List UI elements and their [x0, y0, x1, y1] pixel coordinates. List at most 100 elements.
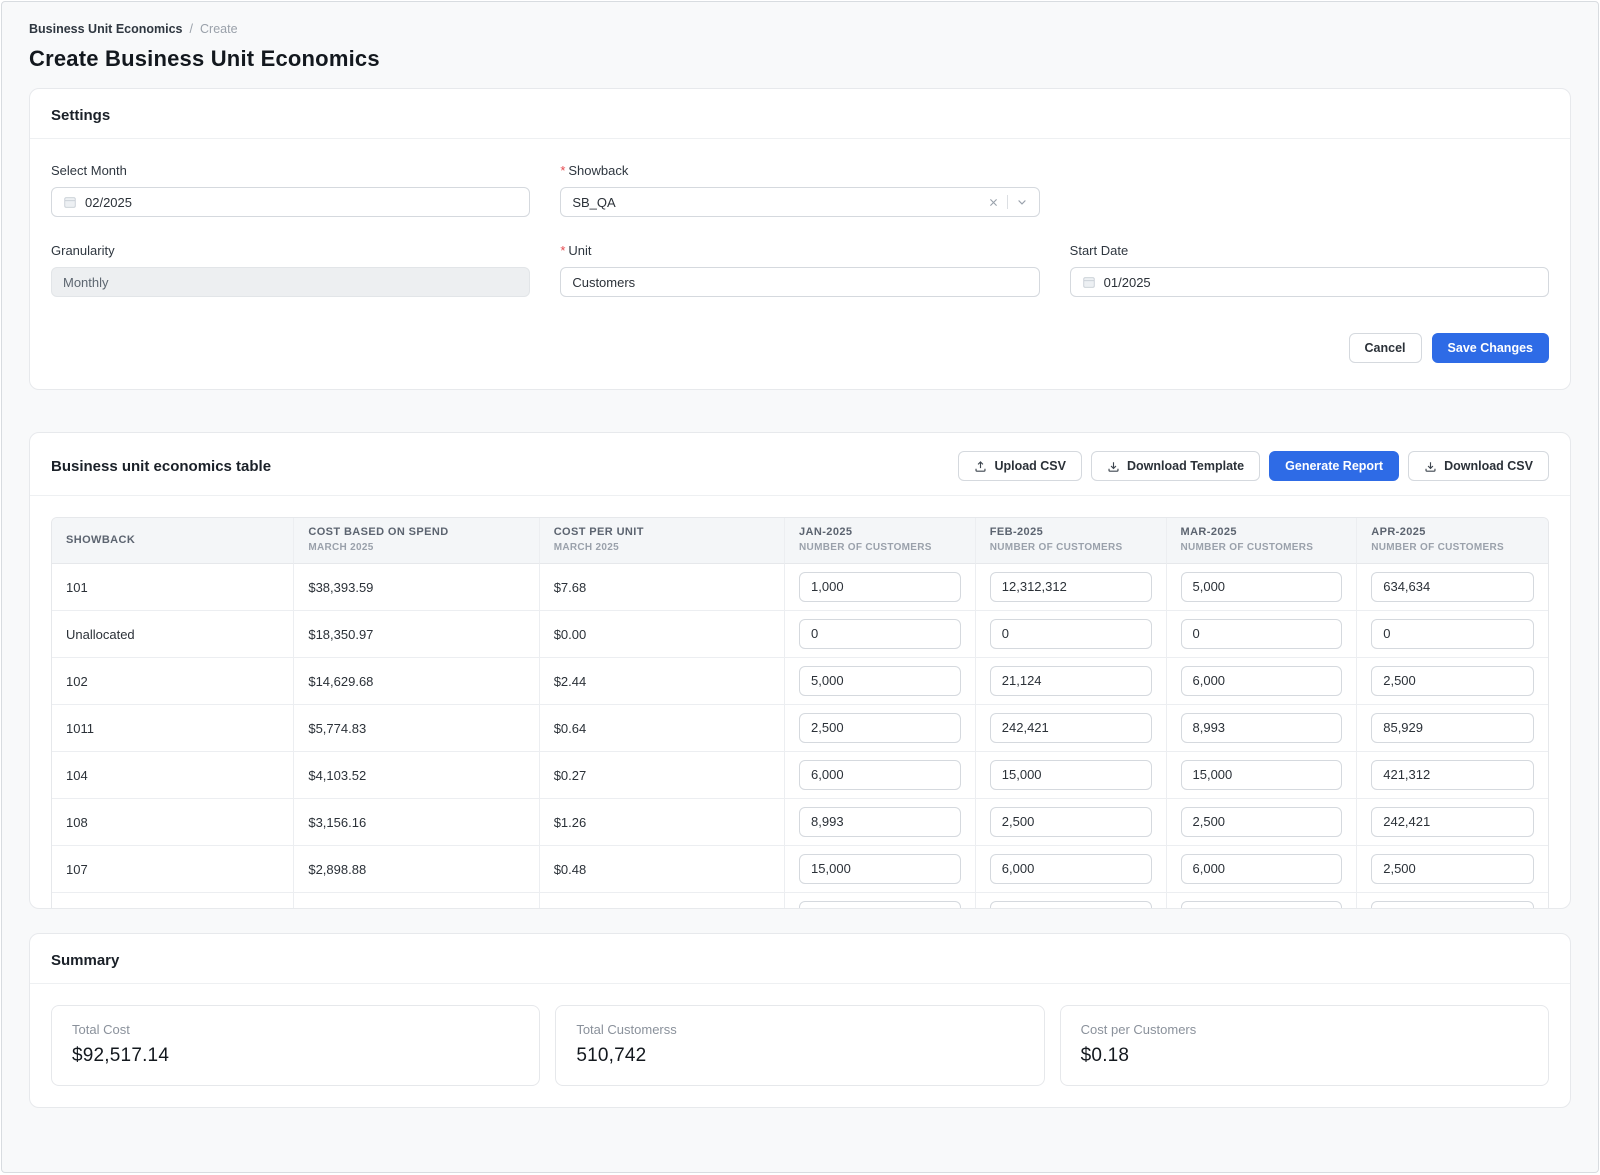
generate-report-button[interactable]: Generate Report [1269, 451, 1399, 481]
unit-input[interactable]: Customers [560, 267, 1039, 297]
month-value-cell: 6,000 [976, 846, 1167, 893]
table-card-header: Business unit economics table Upload CSV… [30, 433, 1570, 496]
showback-controls [988, 195, 1028, 209]
month-value-cell: 242,421 [1357, 799, 1548, 846]
month-value-cell: 0 [1167, 611, 1358, 658]
topbar: Business Unit Economics / Create Create … [2, 2, 1598, 86]
summary-tile-cost-per-customer: Cost per Customers $0.18 [1060, 1005, 1549, 1086]
month-value-input[interactable]: 15,000 [990, 760, 1152, 790]
month-value-input[interactable]: 421,312 [1371, 760, 1534, 790]
economics-table: SHOWBACK COST BASED ON SPEND MARCH 2025 … [52, 518, 1548, 909]
summary-title: Summary [51, 952, 119, 969]
breadcrumb-item-parent[interactable]: Business Unit Economics [29, 22, 183, 36]
month-value-input[interactable]: 8,993 [1181, 713, 1343, 743]
month-value-cell: 0 [1357, 611, 1548, 658]
month-value-input[interactable]: 8,993 [1181, 901, 1343, 909]
showback-cell: 1011 [52, 705, 294, 752]
month-value-input[interactable]: 5,000 [1181, 572, 1343, 602]
month-value-input[interactable]: 8,993 [799, 807, 961, 837]
month-value-input[interactable]: 15,000 [799, 854, 961, 884]
month-value-input[interactable]: 8,993 [990, 901, 1152, 909]
month-value-input[interactable]: 85,929 [1371, 901, 1534, 909]
showback-label: *Showback [560, 163, 1039, 178]
month-value-cell: 15,000 [785, 846, 976, 893]
upload-icon [974, 460, 987, 473]
calendar-icon [1082, 275, 1096, 289]
month-value-input[interactable]: 2,500 [990, 807, 1152, 837]
month-value-input[interactable]: 0 [1181, 619, 1343, 649]
month-value-cell: 8,993 [1167, 893, 1358, 909]
select-month-field: Select Month 02/2025 [51, 163, 530, 217]
month-value-input[interactable]: 634,634 [1371, 572, 1534, 602]
showback-field: *Showback SB_QA [560, 163, 1039, 217]
cost-per-unit-cell: $2.44 [540, 658, 785, 705]
month-value-cell: 1,000 [785, 564, 976, 611]
month-value-cell: 0 [976, 611, 1167, 658]
column-header-jan-2025: JAN-2025 NUMBER OF CUSTOMERS [785, 518, 976, 564]
save-changes-button[interactable]: Save Changes [1432, 333, 1549, 363]
showback-select[interactable]: SB_QA [560, 187, 1039, 217]
required-marker: * [560, 243, 565, 258]
month-value-input[interactable]: 0 [799, 619, 961, 649]
granularity-field: Granularity Monthly [51, 243, 530, 297]
upload-csv-button[interactable]: Upload CSV [958, 451, 1082, 481]
month-value-cell: 2,500 [976, 799, 1167, 846]
start-date-input[interactable]: 01/2025 [1070, 267, 1549, 297]
unit-field: *Unit Customers [560, 243, 1039, 297]
month-value-input[interactable]: 6,000 [990, 854, 1152, 884]
select-month-value: 02/2025 [85, 195, 518, 210]
month-value-input[interactable]: 15,000 [1181, 760, 1343, 790]
month-value-input[interactable]: 6,000 [799, 760, 961, 790]
month-value-cell: 5,000 [785, 658, 976, 705]
month-value-cell: 15,000 [976, 752, 1167, 799]
month-value-input[interactable]: 1,000 [799, 572, 961, 602]
breadcrumb-separator: / [190, 22, 193, 36]
download-template-button[interactable]: Download Template [1091, 451, 1260, 481]
page: Business Unit Economics / Create Create … [1, 1, 1599, 1173]
summary-card-header: Summary [30, 934, 1570, 984]
month-value-input[interactable]: 6,000 [1181, 854, 1343, 884]
summary-value: $92,517.14 [72, 1045, 519, 1067]
month-value-input[interactable]: 21,124 [990, 666, 1152, 696]
month-value-input[interactable]: 242,421 [1371, 807, 1534, 837]
calendar-icon [63, 195, 77, 209]
cost-per-unit-cell: $0.27 [540, 752, 785, 799]
column-header-apr-2025: APR-2025 NUMBER OF CUSTOMERS [1357, 518, 1548, 564]
month-value-cell: 2,500 [785, 705, 976, 752]
showback-cell: 107 [52, 846, 294, 893]
month-value-input[interactable]: 2,500 [1181, 807, 1343, 837]
month-value-cell: 2,500 [1167, 799, 1358, 846]
month-value-input[interactable]: 85,929 [1371, 713, 1534, 743]
clear-icon[interactable] [988, 197, 999, 208]
month-value-input[interactable]: 5,000 [799, 666, 961, 696]
month-value-cell: 6,000 [1167, 846, 1358, 893]
start-date-label: Start Date [1070, 243, 1549, 258]
month-value-cell: 421,312 [1357, 752, 1548, 799]
select-month-input[interactable]: 02/2025 [51, 187, 530, 217]
table-row: 104$4,103.52$0.276,00015,00015,000421,31… [52, 752, 1548, 799]
summary-label: Total Customerss [576, 1022, 1023, 1037]
required-marker: * [560, 163, 565, 178]
table-row: 102$14,629.68$2.445,00021,1246,0002,500 [52, 658, 1548, 705]
settings-card-header: Settings [30, 89, 1570, 139]
settings-form: Select Month 02/2025 *Showback SB_QA [51, 163, 1549, 297]
month-value-input[interactable]: 0 [1371, 619, 1534, 649]
month-value-input[interactable]: 242,421 [990, 713, 1152, 743]
cancel-button[interactable]: Cancel [1349, 333, 1422, 363]
month-value-input[interactable]: 2,500 [1371, 666, 1534, 696]
table-row: 108$3,156.16$1.268,9932,5002,500242,421 [52, 799, 1548, 846]
economics-table-card: Business unit economics table Upload CSV… [29, 432, 1571, 909]
table-row: 103$1,985.84$0.222,5008,9938,99385,929 [52, 893, 1548, 909]
summary-value: $0.18 [1081, 1045, 1528, 1067]
month-value-input[interactable]: 2,500 [1371, 854, 1534, 884]
chevron-down-icon[interactable] [1016, 196, 1028, 208]
month-value-input[interactable]: 2,500 [799, 713, 961, 743]
download-csv-button[interactable]: Download CSV [1408, 451, 1549, 481]
cost-based-on-spend-cell: $3,156.16 [294, 799, 539, 846]
showback-value: SB_QA [572, 195, 979, 210]
month-value-input[interactable]: 2,500 [799, 901, 961, 909]
form-spacer [1070, 163, 1549, 217]
month-value-input[interactable]: 6,000 [1181, 666, 1343, 696]
month-value-input[interactable]: 12,312,312 [990, 572, 1152, 602]
month-value-input[interactable]: 0 [990, 619, 1152, 649]
